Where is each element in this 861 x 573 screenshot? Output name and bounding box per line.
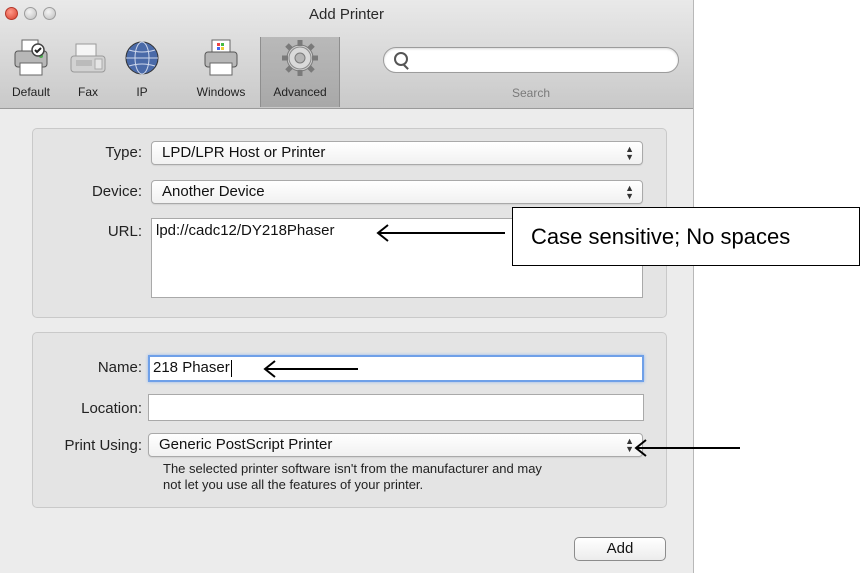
print-using-arrow-icon (634, 439, 740, 457)
name-arrow-icon (263, 360, 358, 378)
url-arrow-icon (376, 224, 505, 242)
annotation-arrows (263, 224, 740, 457)
